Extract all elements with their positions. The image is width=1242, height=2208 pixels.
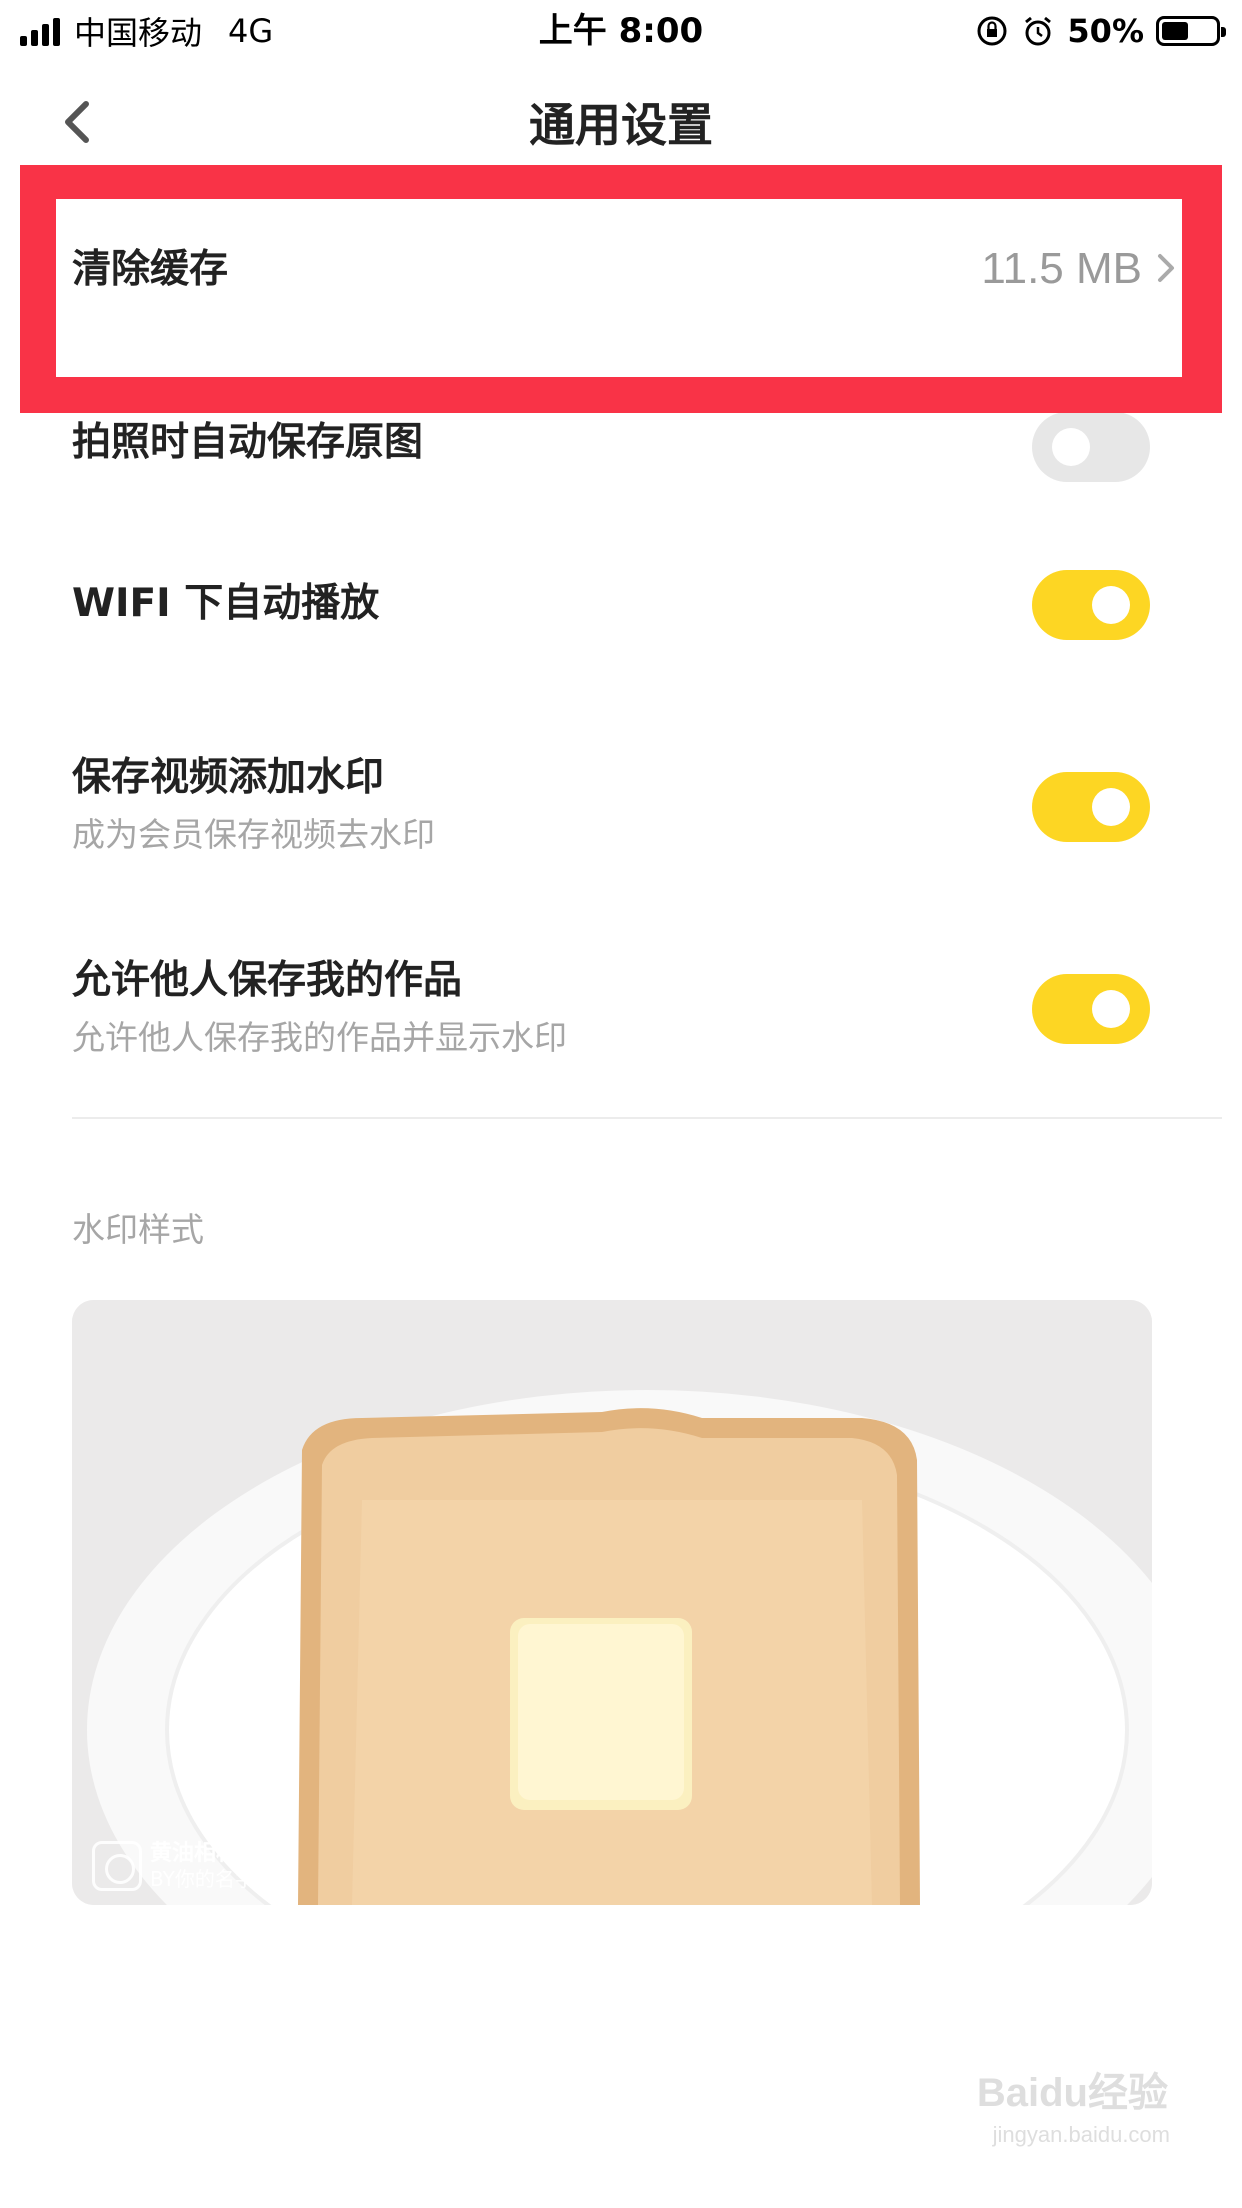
- auto-save-original-toggle[interactable]: [1032, 412, 1150, 482]
- toast-illustration: [72, 1300, 1152, 1905]
- allow-save-label: 允许他人保存我的作品: [72, 958, 463, 1003]
- wifi-autoplay-toggle[interactable]: [1032, 570, 1150, 640]
- video-watermark-sublabel: 成为会员保存视频去水印: [72, 815, 435, 854]
- nav-bar: 通用设置: [0, 62, 1242, 180]
- watermark-preview-image[interactable]: 黄油相机 BY你的名字: [72, 1300, 1152, 1905]
- battery-level: [1162, 22, 1188, 40]
- wifi-autoplay-label: WIFI 下自动播放: [72, 581, 380, 626]
- battery-icon: [1156, 16, 1226, 46]
- clear-cache-label: 清除缓存: [72, 247, 229, 292]
- video-watermark-row: 保存视频添加水印 成为会员保存视频去水印: [0, 745, 1242, 875]
- allow-save-toggle[interactable]: [1032, 974, 1150, 1044]
- status-bar: 中国移动 4G 上午 8:00 50%: [0, 0, 1242, 62]
- allow-save-row: 允许他人保存我的作品 允许他人保存我的作品并显示水印: [0, 948, 1242, 1078]
- video-watermark-label: 保存视频添加水印: [72, 755, 385, 800]
- battery-percent: 50%: [1067, 12, 1144, 50]
- video-watermark-toggle[interactable]: [1032, 772, 1150, 842]
- auto-save-original-label: 拍照时自动保存原图: [72, 420, 424, 465]
- status-right: 50%: [975, 10, 1226, 52]
- site-watermark: Baidu经验: [976, 2071, 1168, 2115]
- camera-logo-icon: [92, 1841, 142, 1891]
- section-divider: [72, 1117, 1222, 1119]
- cache-size-value: 11.5 MB: [981, 244, 1142, 293]
- watermark-style-label: 水印样式: [72, 1210, 204, 1249]
- preview-by-text: BY你的名字: [150, 1867, 255, 1891]
- auto-save-original-row: 拍照时自动保存原图: [0, 400, 1242, 520]
- rotation-lock-icon: [977, 16, 1007, 46]
- preview-brand-text: 黄油相机: [150, 1841, 239, 1866]
- preview-watermark: 黄油相机 BY你的名字: [92, 1841, 255, 1891]
- allow-save-sublabel: 允许他人保存我的作品并显示水印: [72, 1018, 567, 1057]
- alarm-icon: [1025, 16, 1052, 46]
- wifi-autoplay-row: WIFI 下自动播放: [0, 565, 1242, 685]
- site-url: jingyan.baidu.com: [992, 2122, 1170, 2147]
- page-title: 通用设置: [529, 98, 713, 152]
- chevron-right-icon: [1158, 254, 1174, 282]
- clear-cache-row[interactable]: 清除缓存 11.5 MB: [0, 195, 1242, 355]
